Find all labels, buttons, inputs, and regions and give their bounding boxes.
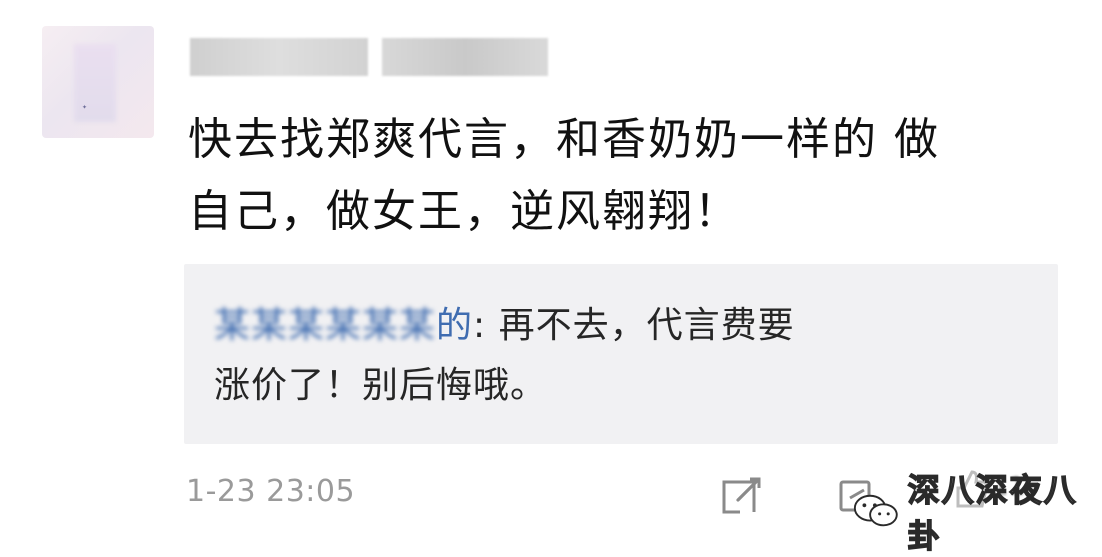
comment-text-line-2: 自己，做女王，逆风翱翔！ [188, 186, 740, 237]
user-avatar[interactable]: ✦ [42, 26, 154, 138]
reply-text-line-2: 涨价了！别后悔哦。 [214, 365, 548, 406]
reply-text-line-1: 再不去，代言费要 [498, 305, 795, 346]
edit-reply-icon[interactable] [720, 474, 764, 518]
comment-text-line-1: 快去找郑爽代言，和香奶奶一样的 做 [188, 114, 940, 165]
comment-body: 快去找郑爽代言，和香奶奶一样的 做 自己，做女王，逆风翱翔！ [188, 104, 1068, 248]
reply-username-tail[interactable]: 的 [436, 305, 473, 346]
comment-timestamp: 1-23 23:05 [186, 474, 356, 509]
watermark: 深八深夜八卦 [852, 470, 1102, 556]
username-mosaic-left [190, 38, 368, 76]
avatar-mark: ✦ [82, 104, 88, 111]
reply-box[interactable]: 某某某某某某的: 再不去，代言费要 涨价了！别后悔哦。 [184, 264, 1058, 444]
avatar-blurred-figure [74, 44, 116, 122]
reply-content: 某某某某某某的: 再不去，代言费要 涨价了！别后悔哦。 [214, 296, 1014, 416]
commenter-username-blurred[interactable] [190, 38, 550, 76]
watermark-text: 深八深夜八卦 [907, 470, 1078, 555]
reply-username-blurred[interactable]: 某某某某某某 [214, 305, 436, 346]
wechat-logo [853, 494, 898, 527]
username-mosaic-right [382, 38, 548, 76]
reply-separator: : [473, 305, 499, 346]
